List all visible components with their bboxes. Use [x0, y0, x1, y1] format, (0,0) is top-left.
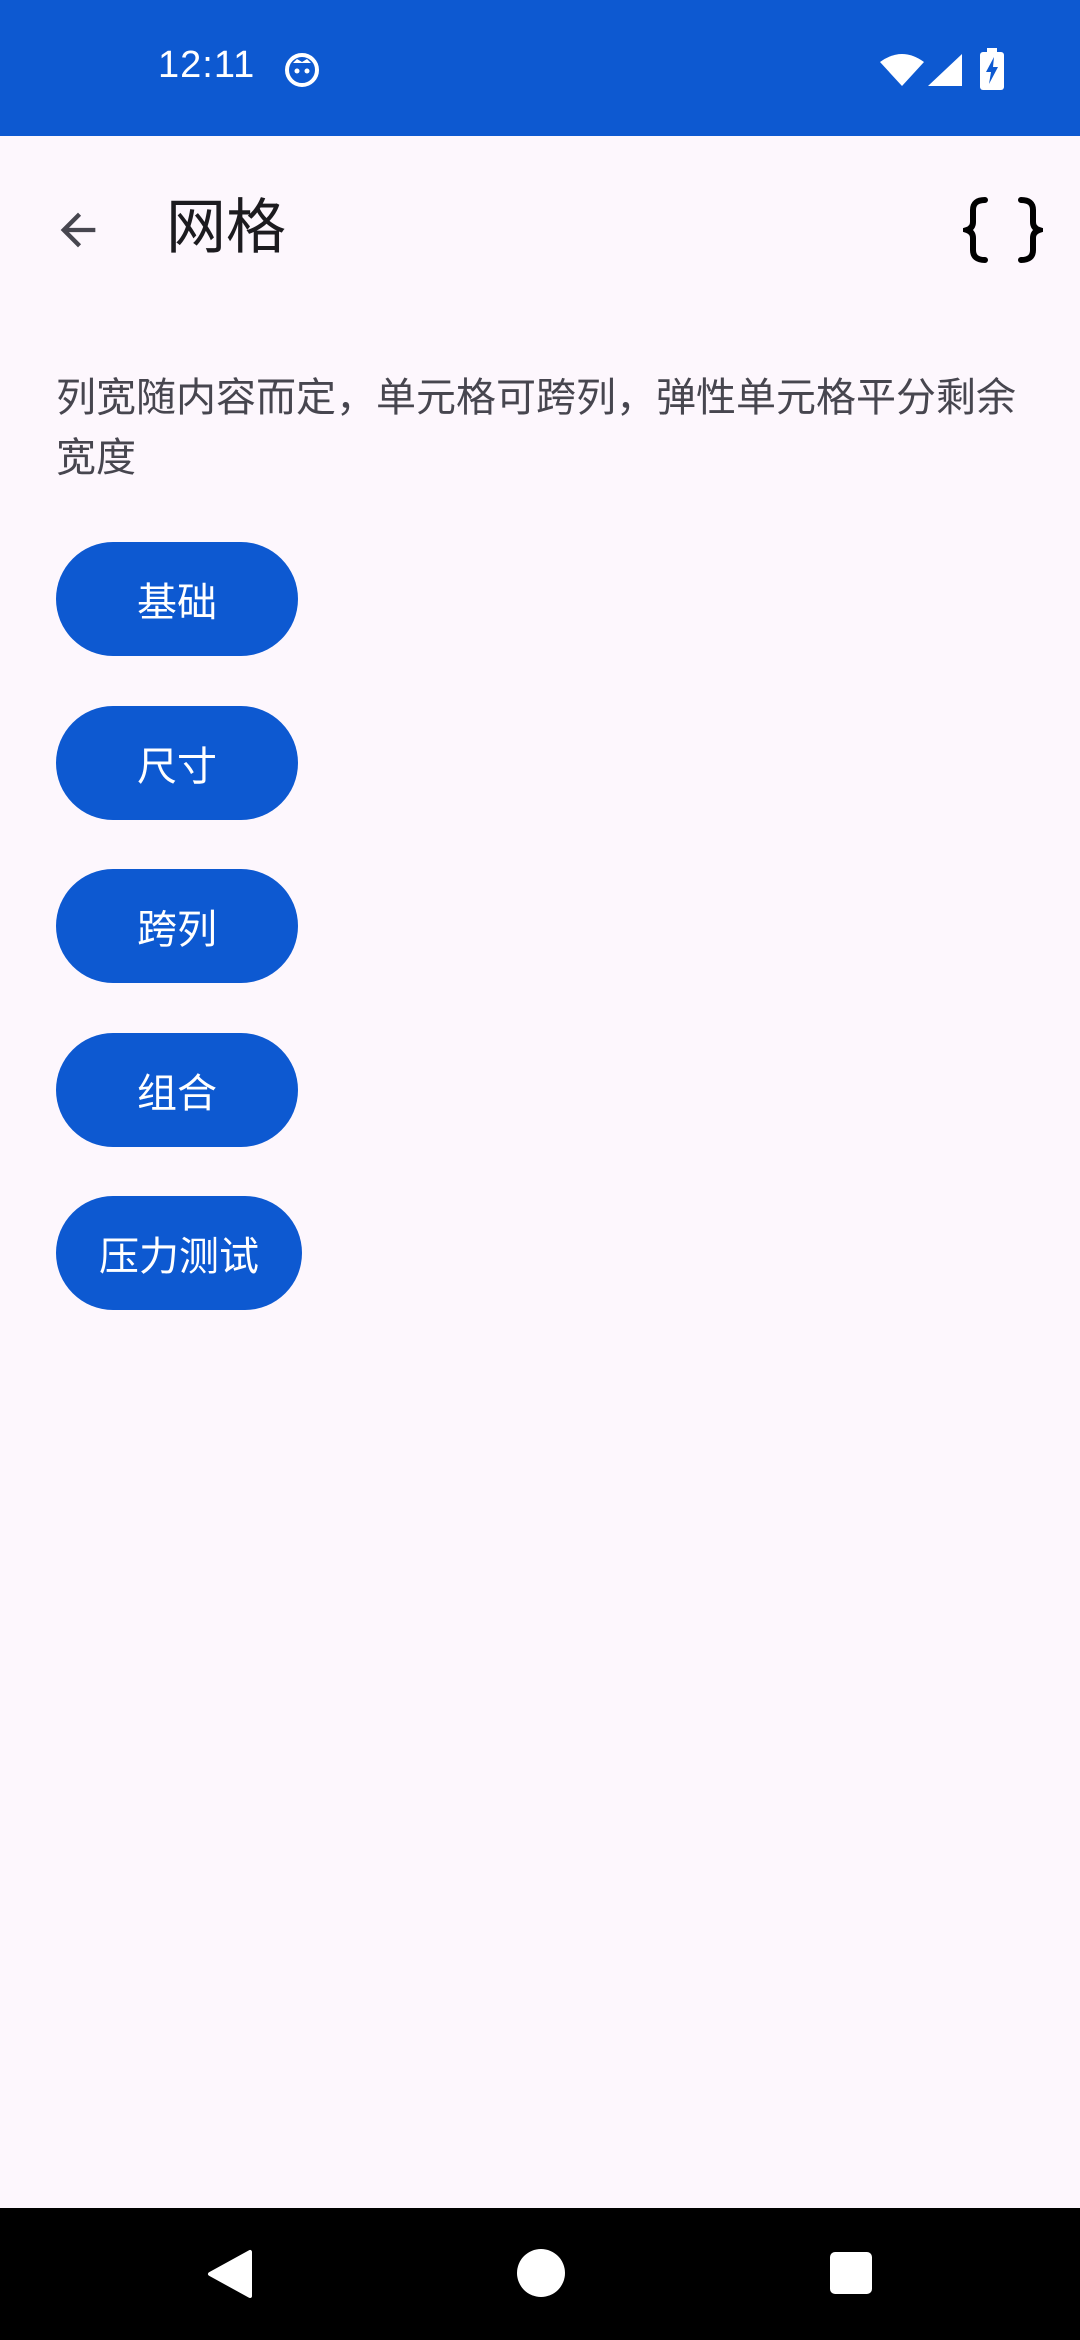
page-description: 列宽随内容而定，单元格可跨列，弹性单元格平分剩余宽度 [56, 375, 1016, 481]
page-title: 网格 [166, 193, 286, 263]
basic-button[interactable]: 基础 [56, 542, 298, 656]
wifi-icon [880, 54, 924, 86]
system-navigation-bar [0, 2208, 1080, 2340]
combination-button[interactable]: 组合 [56, 1033, 298, 1147]
nav-back-icon[interactable] [204, 2248, 254, 2300]
status-time: 12:11 [158, 44, 256, 86]
column-span-button[interactable]: 跨列 [56, 869, 298, 983]
view-code-button[interactable] [958, 188, 1048, 272]
stress-test-button[interactable]: 压力测试 [56, 1196, 302, 1310]
nav-home-icon[interactable] [516, 2248, 566, 2298]
cellular-signal-icon [928, 54, 962, 86]
size-button[interactable]: 尺寸 [56, 706, 298, 820]
code-braces-icon [963, 197, 1043, 263]
nav-recents-icon[interactable] [830, 2252, 872, 2294]
arrow-back-icon [60, 212, 96, 248]
battery-charging-icon [980, 48, 1004, 90]
status-bar: 12:11 [0, 0, 1080, 136]
back-button[interactable] [40, 192, 116, 268]
app-notification-icon [285, 53, 319, 87]
top-app-bar: 网格 [0, 136, 1080, 312]
